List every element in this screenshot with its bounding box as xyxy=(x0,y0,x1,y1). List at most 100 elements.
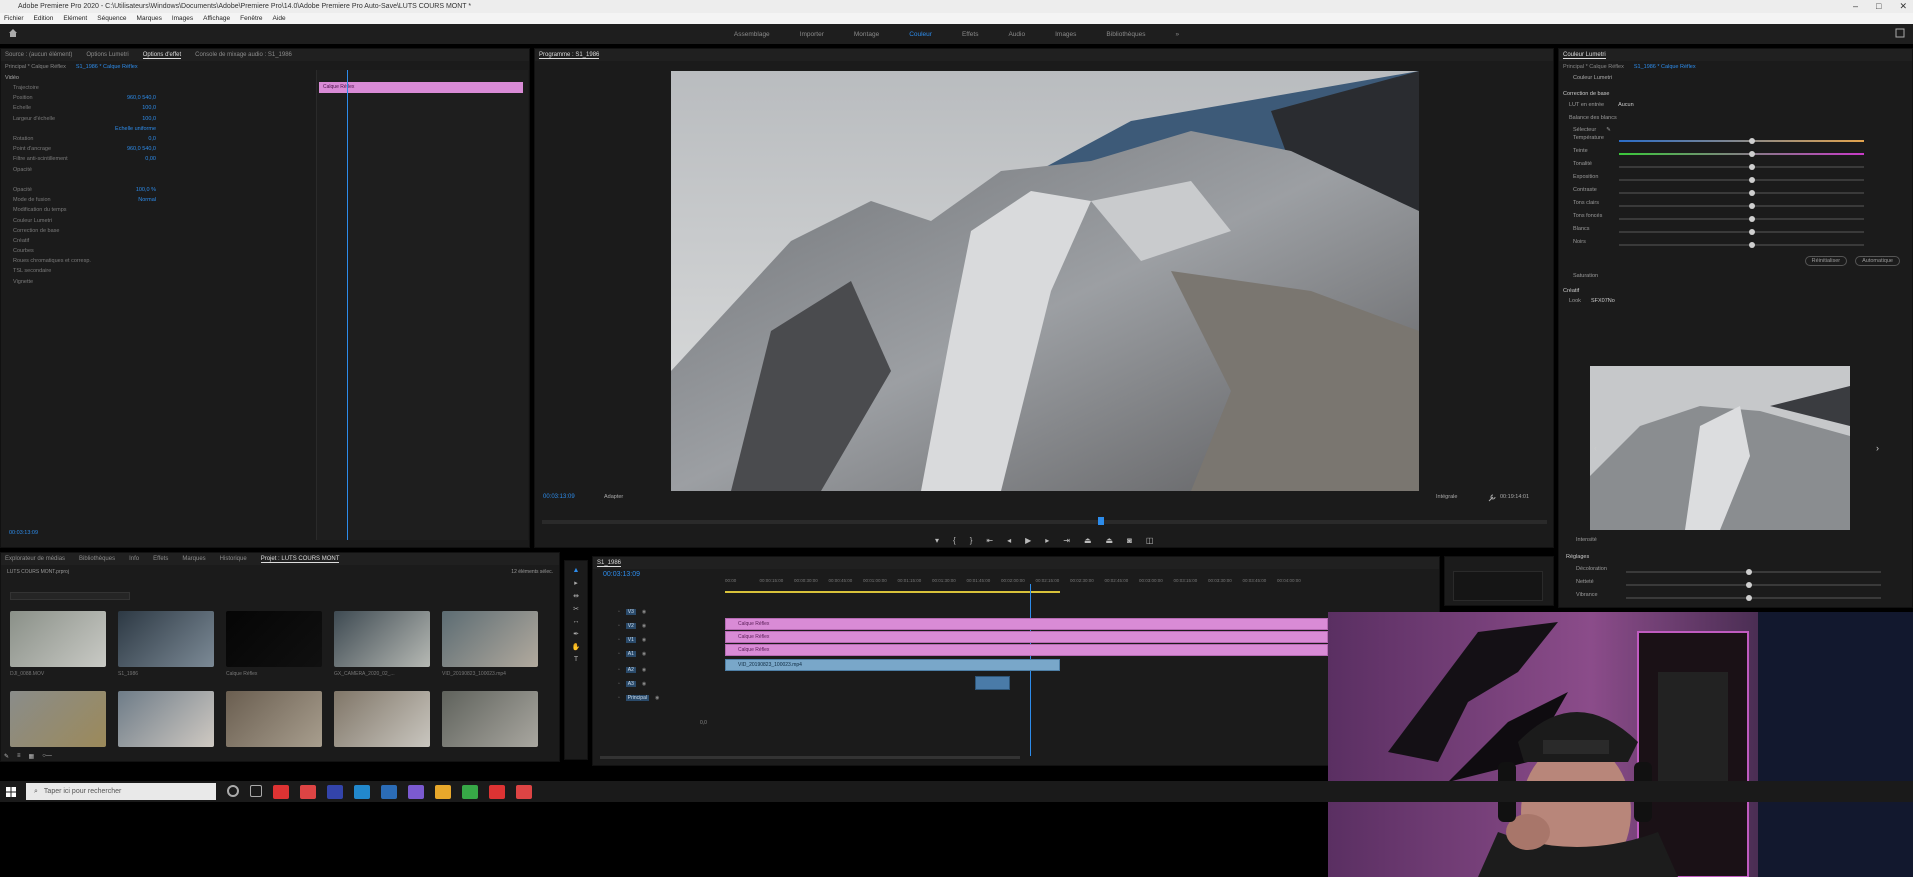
lumetri-slider-knob[interactable] xyxy=(1749,151,1755,157)
ec-master[interactable]: Principal * Calque Réflex xyxy=(5,64,66,70)
timeline-clip[interactable]: Calque Réflex xyxy=(725,618,1328,630)
track-eye-icon[interactable]: ◉ xyxy=(642,623,646,629)
track-header[interactable]: ▫ V1 ◉ xyxy=(618,634,718,646)
menu-item[interactable]: Edition xyxy=(34,13,54,24)
ec-tab[interactable]: Options d'effet xyxy=(142,52,182,59)
clip-transition[interactable] xyxy=(975,676,1010,690)
selection-tool-icon[interactable]: ▲ xyxy=(573,567,580,574)
close-icon[interactable]: ✕ xyxy=(1899,0,1907,13)
menu-item[interactable]: Séquence xyxy=(97,13,126,24)
compare-icon[interactable]: ◫ xyxy=(1146,536,1154,545)
project-thumbnail[interactable] xyxy=(442,611,538,667)
project-thumbnail[interactable] xyxy=(118,611,214,667)
lumetri-slider-knob[interactable] xyxy=(1749,229,1755,235)
minimize-icon[interactable]: – xyxy=(1853,0,1858,13)
app-ps-icon[interactable] xyxy=(435,784,451,799)
pen-icon[interactable]: ✒ xyxy=(573,630,579,638)
track-lock-icon[interactable]: ▫ xyxy=(618,681,620,687)
project-tab[interactable]: Bibliothèques xyxy=(79,556,115,562)
track-eye-icon[interactable]: ◉ xyxy=(642,609,646,615)
adjust-slider[interactable] xyxy=(1626,595,1881,601)
step-forward-icon[interactable]: ▸ xyxy=(1045,536,1049,545)
after-effects-icon[interactable] xyxy=(489,784,505,799)
project-tab[interactable]: Info xyxy=(129,556,139,562)
slip-icon[interactable]: ↔ xyxy=(573,618,580,625)
extract-icon[interactable]: ⏏ xyxy=(1106,536,1114,545)
menu-item[interactable]: Aide xyxy=(273,13,286,24)
adjust-slider-knob[interactable] xyxy=(1746,582,1752,588)
eyedropper-icon[interactable]: ✎ xyxy=(1606,127,1611,133)
adjust-slider-knob[interactable] xyxy=(1746,569,1752,575)
go-to-in-icon[interactable]: ⇤ xyxy=(986,536,993,545)
workspace-tab[interactable]: Images xyxy=(1055,31,1076,38)
workspace-tab[interactable]: Audio xyxy=(1008,31,1025,38)
lumetri-master[interactable]: Principal * Calque Réflex xyxy=(1563,64,1624,70)
lumetri-slider[interactable] xyxy=(1619,216,1864,222)
taskbar-search-input[interactable]: ⌕ Taper ici pour rechercher xyxy=(26,783,216,800)
project-tab[interactable]: Explorateur de médias xyxy=(5,556,65,562)
track-eye-icon[interactable]: ◉ xyxy=(642,681,646,687)
maximize-icon[interactable]: □ xyxy=(1876,0,1881,13)
mark-in-icon[interactable]: { xyxy=(953,536,956,545)
timeline-ruler[interactable]: 00:00 00:00:15:00 00:00:30:00 00:00:45:00 00… xyxy=(725,578,1435,588)
auto-button[interactable]: Automatique xyxy=(1855,256,1900,266)
track-header[interactable]: ▫ V2 ◉ xyxy=(618,620,718,632)
track-lock-icon[interactable]: ▫ xyxy=(618,667,620,673)
cortana-icon[interactable] xyxy=(227,784,239,797)
wrench-icon[interactable] xyxy=(1488,494,1496,502)
timeline-clip[interactable]: VID_20190823_100023.mp4 xyxy=(725,659,1060,671)
ec-property-value[interactable]: 100,0 xyxy=(142,105,156,111)
track-eye-icon[interactable]: ◉ xyxy=(655,695,659,701)
ec-tab[interactable]: Options Lumetri xyxy=(86,52,128,58)
lumetri-basic-section[interactable]: Correction de base xyxy=(1559,83,1912,99)
work-area-bar[interactable] xyxy=(725,591,1060,593)
menu-item[interactable]: Fenêtre xyxy=(240,13,262,24)
lumetri-tab[interactable]: Couleur Lumetri xyxy=(1563,52,1606,59)
lumetri-slider[interactable] xyxy=(1619,164,1864,170)
program-tab[interactable]: Programme : S1_1986 xyxy=(539,52,600,59)
marker-icon[interactable]: ▾ xyxy=(935,536,939,545)
list-view-icon[interactable]: ≡ xyxy=(17,753,21,760)
ec-property-value[interactable]: 960,0 540,0 xyxy=(127,146,156,152)
workspace-tab[interactable]: Effets xyxy=(962,31,979,38)
ec-property-value[interactable]: 0,0 xyxy=(148,136,156,142)
menu-item[interactable]: Fichier xyxy=(4,13,24,24)
workspace-tab[interactable]: Bibliothèques xyxy=(1106,31,1145,38)
track-lock-icon[interactable]: ▫ xyxy=(618,651,620,657)
lumetri-slider-knob[interactable] xyxy=(1749,164,1755,170)
lumetri-slider[interactable] xyxy=(1619,151,1864,157)
obs-icon[interactable] xyxy=(408,784,424,799)
track-eye-icon[interactable]: ◉ xyxy=(642,667,646,673)
project-tab[interactable]: Historique xyxy=(220,556,247,562)
look-prev-icon[interactable]: ‹ xyxy=(1594,443,1597,453)
icon-view-icon[interactable]: ▦ xyxy=(29,753,35,760)
track-lock-icon[interactable]: ▫ xyxy=(618,623,620,629)
mark-out-icon[interactable]: } xyxy=(970,536,973,545)
workspace-tab[interactable]: Assemblage xyxy=(734,31,770,38)
ec-tab[interactable]: Console de mixage audio : S1_1986 xyxy=(195,52,292,58)
workspace-tab[interactable]: Importer xyxy=(800,31,824,38)
track-lock-icon[interactable]: ▫ xyxy=(618,637,620,643)
razor-icon[interactable]: ✂ xyxy=(573,605,579,613)
file-explorer-icon[interactable] xyxy=(273,784,289,799)
lumetri-slider[interactable] xyxy=(1619,177,1864,183)
pencil-icon[interactable]: ✎ xyxy=(4,753,9,760)
ec-property-value[interactable]: 960,0 540,0 xyxy=(127,95,156,101)
lumetri-slider-knob[interactable] xyxy=(1749,138,1755,144)
project-tab[interactable]: Projet : LUTS COURS MONT xyxy=(260,556,340,563)
adjust-section[interactable]: Réglages xyxy=(1566,554,1589,560)
ec-sequence[interactable]: S1_1986 * Calque Réflex xyxy=(76,64,138,70)
look-next-icon[interactable]: › xyxy=(1876,443,1879,453)
track-select-icon[interactable]: ▸ xyxy=(574,579,578,587)
lumetri-slider[interactable] xyxy=(1619,229,1864,235)
ec-timecode[interactable]: 00:03:13:09 xyxy=(9,530,38,536)
lumetri-slider[interactable] xyxy=(1619,242,1864,248)
lut-select[interactable]: Aucun xyxy=(1618,102,1634,108)
track-header[interactable]: ▫ A1 ◉ xyxy=(618,648,718,660)
chrome-alt-icon[interactable] xyxy=(381,784,397,799)
media-encoder-icon[interactable] xyxy=(516,784,532,799)
ec-tab[interactable]: Source : (aucun élément) xyxy=(5,52,72,58)
ec-mini-clip[interactable]: Calque Réflex xyxy=(319,82,523,93)
zoom-slider-icon[interactable]: ○— xyxy=(42,753,52,760)
lumetri-slider[interactable] xyxy=(1619,138,1864,144)
